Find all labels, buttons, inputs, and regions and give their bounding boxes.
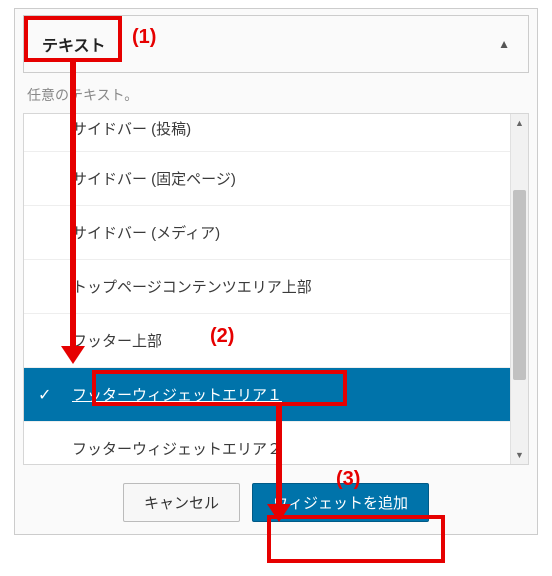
area-item-3[interactable]: ✓トップページコンテンツエリア上部 bbox=[24, 260, 510, 314]
area-item-2[interactable]: ✓サイドバー (メディア) bbox=[24, 206, 510, 260]
scrollbar-down-icon[interactable]: ▼ bbox=[511, 446, 528, 464]
area-item-label: トップページコンテンツエリア上部 bbox=[72, 279, 312, 296]
area-item-1[interactable]: ✓サイドバー (固定ページ) bbox=[24, 152, 510, 206]
area-item-label: フッターウィジェットエリア２ bbox=[72, 441, 282, 458]
panel-description: 任意のテキスト。 bbox=[27, 85, 525, 105]
area-item-label: サイドバー (メディア) bbox=[72, 225, 220, 242]
area-item-4[interactable]: ✓フッター上部 bbox=[24, 314, 510, 368]
area-item-6[interactable]: ✓フッターウィジェットエリア２ bbox=[24, 422, 510, 464]
scrollbar-thumb[interactable] bbox=[513, 190, 526, 380]
area-item-label: フッターウィジェットエリア１ bbox=[72, 387, 282, 404]
area-list-container: ✓サイドバー (投稿)✓サイドバー (固定ページ)✓サイドバー (メディア)✓ト… bbox=[23, 113, 529, 465]
chevron-up-icon: ▲ bbox=[498, 37, 510, 51]
check-icon: ✓ bbox=[38, 385, 51, 405]
scrollbar[interactable]: ▲ ▼ bbox=[510, 114, 528, 464]
add-widget-button[interactable]: ウィジェットを追加 bbox=[252, 483, 429, 522]
area-item-label: サイドバー (固定ページ) bbox=[72, 171, 236, 188]
widget-panel: テキスト ▲ 任意のテキスト。 ✓サイドバー (投稿)✓サイドバー (固定ページ… bbox=[14, 8, 538, 535]
area-item-label: フッター上部 bbox=[72, 333, 162, 350]
area-item-5[interactable]: ✓ フッターウィジェットエリア１ bbox=[24, 368, 510, 422]
actions-row: キャンセル ウィジェットを追加 bbox=[23, 465, 529, 528]
area-list[interactable]: ✓サイドバー (投稿)✓サイドバー (固定ページ)✓サイドバー (メディア)✓ト… bbox=[24, 114, 510, 464]
panel-header[interactable]: テキスト ▲ bbox=[23, 15, 529, 73]
cancel-button[interactable]: キャンセル bbox=[123, 483, 240, 522]
panel-title: テキスト bbox=[42, 32, 106, 56]
area-item-0[interactable]: ✓サイドバー (投稿) bbox=[24, 114, 510, 152]
area-item-label: サイドバー (投稿) bbox=[72, 121, 191, 138]
scrollbar-up-icon[interactable]: ▲ bbox=[511, 114, 528, 132]
